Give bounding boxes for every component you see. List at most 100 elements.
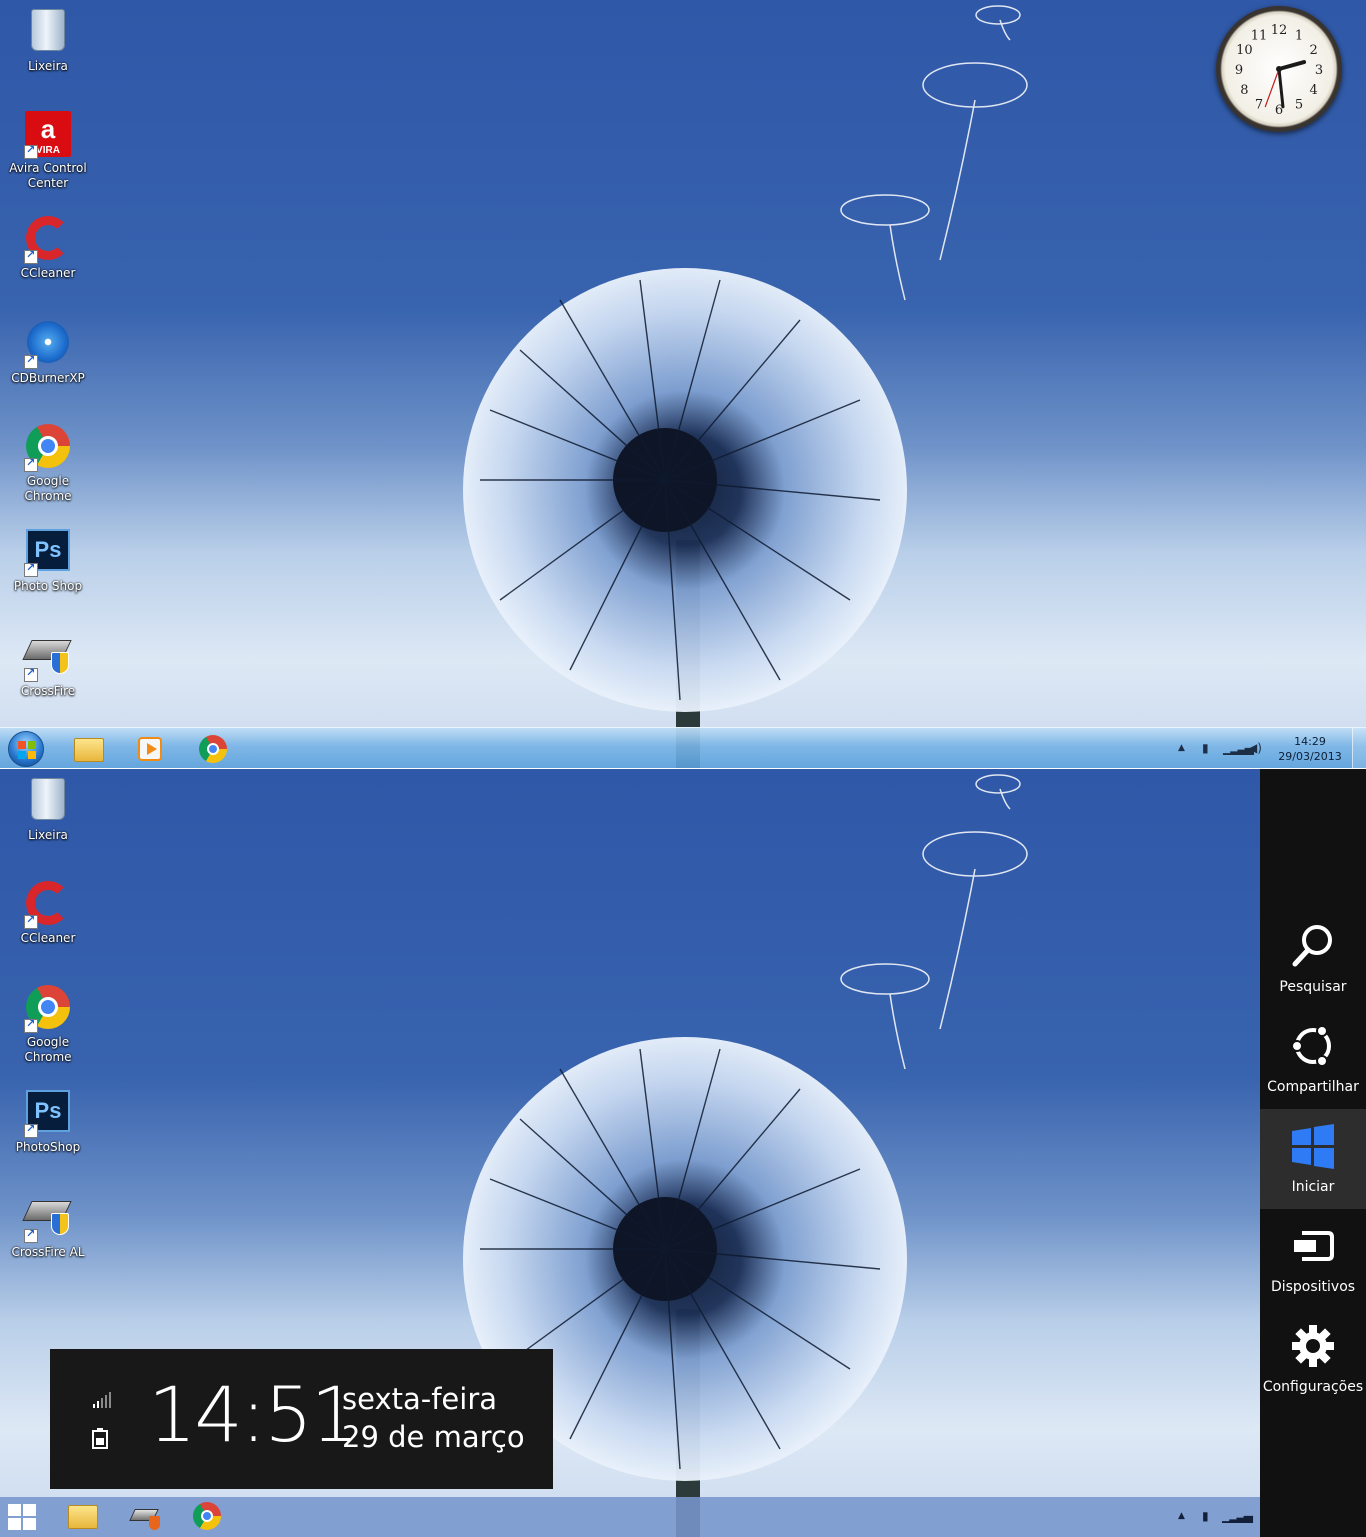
charm-label: Dispositivos [1270, 1279, 1356, 1295]
clock-numeral: 1 [1295, 28, 1303, 43]
desktop-icon-label: Avira Control Center [9, 161, 87, 190]
desktop-icon-label: PhotoShop [15, 1140, 81, 1154]
taskbar-windows-explorer[interactable] [61, 731, 117, 767]
desktop-icon-ccleaner[interactable]: CCleaner [0, 879, 96, 946]
windows-flag-icon [18, 741, 36, 759]
show-hidden-icons-chevron-icon[interactable]: ▲ [1178, 743, 1185, 753]
desktop-icon-crossfire[interactable]: CrossFire [0, 630, 96, 699]
volume-icon[interactable]: ◀) [1248, 741, 1262, 755]
desktop-icon-ccleaner[interactable]: CCleaner [0, 214, 96, 281]
charm-share[interactable]: Compartilhar [1260, 1009, 1366, 1109]
taskbar-chrome[interactable] [185, 731, 241, 767]
desktop-icon-label: CCleaner [20, 266, 76, 280]
chrome-icon [193, 1502, 221, 1530]
show-desktop-button[interactable] [1352, 728, 1366, 768]
crossfire-icon [22, 1195, 72, 1243]
clock-second-hand [1264, 68, 1280, 108]
desktop-icon-cdburnerxp[interactable]: CDBurnerXP [0, 318, 96, 386]
desktop-icon-google-chrome[interactable]: Google Chrome [0, 983, 96, 1065]
tray-time: 14:29 [1294, 735, 1326, 748]
devices-icon [1294, 1231, 1334, 1261]
clock-numeral: 3 [1315, 63, 1323, 78]
overlay-day: sexta-feira [342, 1382, 498, 1416]
chrome-icon [24, 424, 72, 472]
crossfire-icon [22, 634, 72, 682]
file-explorer-icon [68, 1505, 98, 1529]
clock-numeral: 2 [1310, 43, 1318, 58]
desktop-icon-photoshop[interactable]: Ps Photo Shop [0, 526, 96, 594]
desktop-icon-recycle-bin[interactable]: Lixeira [0, 6, 96, 74]
clock-numeral: 12 [1271, 23, 1288, 38]
taskbar: ▲ ▮ ▁▂▃▄ [0, 1497, 1366, 1537]
charm-label: Pesquisar [1279, 979, 1347, 995]
signal-strength-icon [93, 1392, 111, 1408]
desktop-icon-google-chrome[interactable]: Google Chrome [0, 422, 96, 504]
clock-numeral: 8 [1240, 83, 1248, 98]
desktop-icon-label: Photo Shop [13, 579, 83, 593]
desktop-icon-label: CDBurnerXP [11, 371, 85, 385]
windows-logo-icon [1292, 1124, 1334, 1169]
charm-search[interactable]: Pesquisar [1260, 909, 1366, 1009]
search-icon [1292, 925, 1332, 967]
dandelion-wallpaper [0, 0, 1366, 768]
taskbar-crossfire[interactable] [118, 1500, 174, 1536]
desktop-icon-recycle-bin[interactable]: Lixeira [0, 775, 96, 843]
taskbar-chrome[interactable] [179, 1500, 235, 1536]
clock-hour-hand [1277, 60, 1307, 71]
clock-numeral: 9 [1235, 63, 1243, 78]
photoshop-icon: Ps [24, 1090, 72, 1138]
clock-numeral: 5 [1295, 98, 1303, 113]
show-hidden-icons-chevron-icon[interactable]: ▲ [1178, 1511, 1185, 1521]
clock-face-icon: 12 1234567891011 [1235, 23, 1323, 118]
desktop-icon-photoshop[interactable]: Ps PhotoShop [0, 1087, 96, 1155]
avira-icon: a VIRA [24, 111, 72, 159]
charm-start[interactable]: Iniciar [1260, 1109, 1366, 1209]
recycle-bin-icon [24, 778, 72, 826]
charm-label: Compartilhar [1267, 1079, 1359, 1095]
ccleaner-icon [24, 881, 72, 929]
battery-icon[interactable]: ▮ [1202, 741, 1209, 755]
desktop-icon-label: Lixeira [28, 828, 68, 842]
desktop-icon-label: Lixeira [28, 59, 68, 73]
cdburnerxp-icon [24, 321, 72, 369]
share-icon [1291, 1025, 1331, 1067]
tray-clock[interactable]: 14:29 29/03/2013 [1272, 734, 1348, 764]
clock-numeral: 10 [1236, 43, 1253, 58]
clock-numeral: 11 [1251, 28, 1268, 43]
desktop-icon-label: CrossFire [20, 684, 76, 698]
photoshop-icon: Ps [24, 529, 72, 577]
desktop-icon-avira[interactable]: aVIRA Avira Control Center [0, 110, 96, 191]
desktop-icon-label: CrossFire AL [11, 1245, 85, 1259]
charm-label: Iniciar [1291, 1179, 1335, 1195]
taskbar: ▲ ▮ ▁▂▃▄ ◀) 14:29 29/03/2013 [0, 727, 1366, 768]
clock-minute-hand [1277, 67, 1285, 109]
start-button[interactable] [8, 731, 44, 767]
clock-gadget[interactable]: 12 1 2 3 4 5 6 7 8 9 10 11 [1216, 6, 1342, 132]
desktop-icon-label: Google Chrome [24, 474, 72, 503]
recycle-bin-icon [24, 9, 72, 57]
windows-logo-icon[interactable] [8, 1504, 38, 1532]
charm-settings[interactable]: Configurações [1260, 1309, 1366, 1409]
desktop-icon-crossfire-al[interactable]: CrossFire AL [0, 1191, 96, 1260]
overlay-date: 29 de março [342, 1420, 525, 1454]
chrome-icon [24, 985, 72, 1033]
desktop-icon-label: CCleaner [20, 931, 76, 945]
signal-icon[interactable]: ▁▂▃▄ [1222, 1509, 1253, 1523]
settings-icon [1292, 1325, 1334, 1367]
taskbar-media-player[interactable] [122, 731, 178, 767]
tray-date: 29/03/2013 [1278, 750, 1342, 763]
charm-devices[interactable]: Dispositivos [1260, 1209, 1366, 1309]
charm-label: Configurações [1262, 1379, 1364, 1395]
battery-icon[interactable]: ▮ [1202, 1509, 1209, 1523]
taskbar-file-explorer[interactable] [55, 1500, 111, 1536]
ccleaner-icon [24, 216, 72, 264]
overlay-time: 14:51 [148, 1370, 359, 1459]
clock-numeral: 4 [1310, 83, 1318, 98]
windows-explorer-icon [74, 738, 104, 762]
desktop-icon-label: Google Chrome [24, 1035, 72, 1064]
clock-center-pin [1276, 66, 1282, 72]
chrome-icon [199, 735, 227, 763]
battery-charging-icon [92, 1428, 108, 1449]
datetime-overlay: 14:51 sexta-feira 29 de março [50, 1349, 553, 1489]
media-player-icon [138, 737, 162, 761]
